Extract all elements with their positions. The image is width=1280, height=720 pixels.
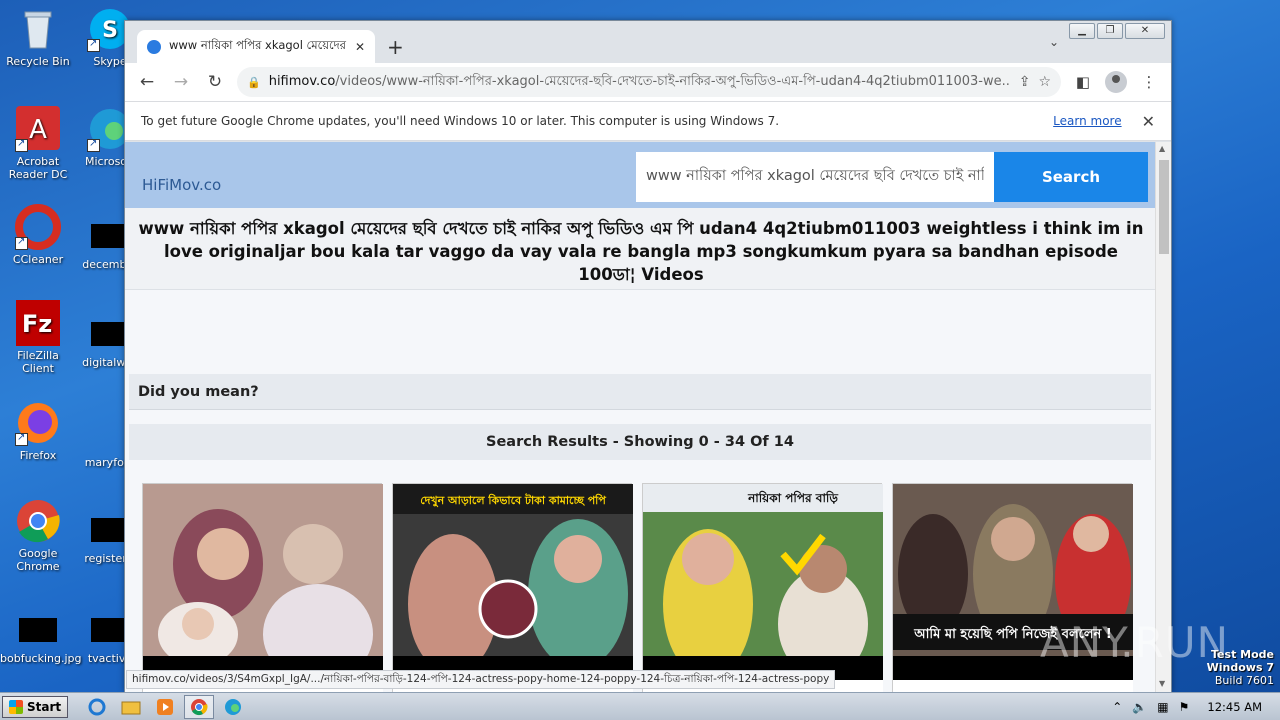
acrobat-icon: A: [15, 106, 61, 152]
bookmark-star-icon[interactable]: ☆: [1038, 74, 1051, 90]
desktop-icon-label: Recycle Bin: [6, 55, 70, 68]
scroll-down-arrow-icon[interactable]: ▼: [1159, 679, 1165, 688]
video-caption[interactable]: [893, 680, 1133, 692]
site-favicon-icon: [147, 39, 161, 54]
desktop-icon-label: CCleaner: [12, 253, 64, 266]
filezilla-icon: Fz: [15, 300, 61, 346]
desktop-icon-filezilla[interactable]: Fz FileZilla Client: [0, 300, 76, 375]
tab-search-chevron-icon[interactable]: ⌄: [1049, 35, 1059, 49]
media-player-taskbar-icon[interactable]: [150, 695, 180, 719]
windows-version-text: Windows 7: [1206, 661, 1274, 674]
desktop-icon-label: Acrobat Reader DC: [8, 155, 68, 181]
video-card[interactable]: নায়িকা পপির বাড়ি: [642, 483, 883, 692]
search-input[interactable]: [636, 152, 994, 202]
desktop-icon-bobfucking[interactable]: bobfucking.jpg: [0, 606, 82, 665]
image-file-icon: [19, 618, 57, 642]
back-arrow-icon[interactable]: ←: [135, 70, 159, 94]
ie-taskbar-icon[interactable]: [82, 695, 112, 719]
network-icon[interactable]: ▦: [1157, 700, 1168, 714]
flag-icon[interactable]: ⚑: [1179, 700, 1190, 714]
thumbnail-overlay-text: দেখুন আড়ালে কিভাবে টাকা কামাচ্ছে পপি: [420, 493, 606, 508]
video-thumbnail[interactable]: [143, 484, 383, 680]
svg-text:Fz: Fz: [22, 310, 52, 338]
chrome-window: ▁ ❐ ✕ www নায়িকা পপির xkagol মেয়েদের ছ…: [124, 20, 1172, 692]
side-panel-icon[interactable]: ◧: [1071, 73, 1095, 91]
site-header: HiFiMov.co Search: [125, 142, 1157, 208]
chrome-icon: [15, 498, 61, 544]
share-icon[interactable]: ⇪: [1019, 74, 1031, 90]
taskbar: Start ⌃ 🔈 ▦ ⚑ 12:45 AM: [0, 692, 1280, 720]
desktop-icon-chrome[interactable]: Google Chrome: [0, 498, 76, 573]
site-logo[interactable]: HiFiMov.co: [142, 176, 221, 194]
scroll-up-arrow-icon[interactable]: ▲: [1159, 144, 1165, 153]
lock-icon[interactable]: 🔒: [247, 76, 261, 89]
svg-text:S: S: [102, 18, 118, 43]
tab-title: www নায়িকা পপির xkagol মেয়েদের ছবি দেখ…: [169, 38, 347, 52]
video-card[interactable]: দেখুন আড়ালে কিভাবে টাকা কামাচ্ছে পপি: [392, 483, 633, 692]
browser-toolbar: ← → ↻ 🔒 hifimov.co/videos/www-নায়িকা-পপ…: [125, 63, 1171, 101]
video-card[interactable]: [142, 483, 383, 692]
desktop-icon-firefox[interactable]: Firefox: [0, 400, 76, 462]
desktop-icon-label: Firefox: [19, 449, 57, 462]
update-infobar: To get future Google Chrome updates, you…: [125, 101, 1171, 141]
profile-avatar-icon[interactable]: [1105, 71, 1127, 93]
did-you-mean-heading: Did you mean?: [129, 374, 1151, 410]
link-status-bubble: hifimov.co/videos/3/S4mGxpl_IgA/.../নায়…: [126, 670, 836, 689]
url-path: /videos/www-নায়িকা-পপির-xkagol-মেয়েদের…: [335, 73, 1011, 89]
page-scrollbar[interactable]: ▲ ▼: [1155, 142, 1171, 692]
search-button[interactable]: Search: [994, 152, 1148, 202]
reload-icon[interactable]: ↻: [203, 70, 227, 94]
video-thumbnail[interactable]: দেখুন আড়ালে কিভাবে টাকা কামাচ্ছে পপি: [393, 484, 633, 680]
edge-taskbar-icon[interactable]: [218, 695, 248, 719]
infobar-message: To get future Google Chrome updates, you…: [141, 114, 780, 128]
firefox-icon: [15, 400, 61, 446]
url-host: hifimov.co: [268, 73, 336, 89]
start-label: Start: [27, 699, 62, 714]
svg-text:A: A: [29, 115, 47, 145]
page-title: www নায়িকা পপির xkagol মেয়েদের ছবি দেখ…: [125, 208, 1157, 290]
anyrun-watermark: ANY.RUN: [1040, 618, 1229, 667]
new-tab-button[interactable]: +: [387, 35, 404, 59]
infobar-close-icon[interactable]: ✕: [1142, 112, 1155, 131]
forward-arrow-icon[interactable]: →: [169, 70, 193, 94]
desktop-icon-acrobat[interactable]: A Acrobat Reader DC: [0, 106, 76, 181]
system-tray: ⌃ 🔈 ▦ ⚑ 12:45 AM: [1112, 693, 1280, 720]
desktop-icon-label: FileZilla Client: [17, 349, 59, 375]
kebab-menu-icon[interactable]: ⋮: [1137, 73, 1161, 91]
build-number-text: Build 7601: [1214, 674, 1274, 687]
recycle-bin-icon: [15, 6, 61, 52]
scroll-thumb[interactable]: [1159, 160, 1169, 254]
video-grid: দেখুন আড়ালে কিভাবে টাকা কামাচ্ছে পপি না…: [142, 483, 1133, 692]
url-text[interactable]: hifimov.co/videos/www-নায়িকা-পপির-xkago…: [269, 72, 1011, 93]
tab-strip: www নায়িকা পপির xkagol মেয়েদের ছবি দেখ…: [125, 21, 1171, 63]
thumbnail-overlay-text: নায়িকা পপির বাড়ি: [747, 490, 838, 505]
explorer-taskbar-icon[interactable]: [116, 695, 146, 719]
desktop-icon-recycle-bin[interactable]: Recycle Bin: [0, 6, 76, 68]
start-button[interactable]: Start: [2, 695, 69, 718]
windows-logo-icon: [9, 699, 23, 714]
ccleaner-icon: [15, 204, 61, 250]
test-mode-text: Test Mode: [1211, 648, 1274, 661]
desktop-icon-label: Google Chrome: [16, 547, 60, 573]
volume-icon[interactable]: 🔈: [1132, 700, 1147, 714]
learn-more-link[interactable]: Learn more: [1053, 114, 1121, 128]
windows-test-mode-label: Test Mode Windows 7 Build 7601: [1207, 648, 1274, 687]
chrome-taskbar-icon[interactable]: [184, 694, 215, 719]
tab-active[interactable]: www নায়িকা পপির xkagol মেয়েদের ছবি দেখ…: [137, 30, 375, 63]
address-bar[interactable]: 🔒 hifimov.co/videos/www-নায়িকা-পপির-xka…: [237, 67, 1061, 97]
page-viewport: HiFiMov.co Search www নায়িকা পপির xkago…: [125, 142, 1157, 692]
video-thumbnail[interactable]: নায়িকা পপির বাড়ি: [643, 484, 883, 680]
desktop-icon-label: bobfucking.jpg: [0, 652, 82, 665]
desktop-icon-ccleaner[interactable]: CCleaner: [0, 204, 76, 266]
desktop-icon-label: Skype: [93, 55, 127, 68]
tab-close-icon[interactable]: ✕: [355, 40, 365, 54]
tray-chevron-icon[interactable]: ⌃: [1112, 700, 1122, 714]
clock[interactable]: 12:45 AM: [1207, 700, 1262, 714]
results-header: Search Results - Showing 0 - 34 Of 14: [129, 424, 1151, 460]
